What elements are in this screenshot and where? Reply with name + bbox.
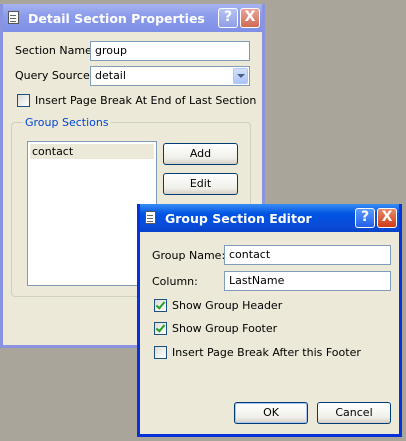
close-button[interactable]: X — [240, 8, 260, 28]
help-button[interactable]: ? — [218, 8, 238, 28]
page-break-last-section-checkbox[interactable] — [17, 94, 30, 107]
show-group-header-checkbox[interactable] — [154, 299, 167, 312]
show-group-footer-label: Show Group Footer — [172, 322, 278, 335]
group-editor-title-bar[interactable]: Group Section Editor ? X — [140, 204, 399, 232]
query-source-label: Query Source: — [15, 69, 94, 82]
chevron-down-icon[interactable] — [233, 68, 248, 84]
column-field[interactable]: LastName — [224, 271, 391, 291]
group-section-editor-window: Group Section Editor ? X Group Name: con… — [137, 204, 402, 437]
show-group-header-label: Show Group Header — [172, 299, 283, 312]
column-label: Column: — [152, 275, 198, 288]
group-editor-title: Group Section Editor — [165, 211, 312, 226]
query-source-select[interactable]: detail — [90, 66, 250, 86]
list-item[interactable]: contact — [30, 144, 154, 159]
group-sections-label: Group Sections — [23, 116, 111, 129]
help-button[interactable]: ? — [355, 208, 375, 228]
detail-window-title: Detail Section Properties — [28, 11, 205, 26]
edit-button[interactable]: Edit — [163, 173, 238, 195]
close-button[interactable]: X — [377, 208, 397, 228]
add-button[interactable]: Add — [163, 143, 238, 165]
section-name-field[interactable]: group — [90, 41, 250, 61]
page-break-after-footer-label: Insert Page Break After this Footer — [172, 346, 361, 359]
query-source-value: detail — [95, 69, 126, 82]
show-group-footer-checkbox[interactable] — [154, 322, 167, 335]
ok-button[interactable]: OK — [234, 402, 308, 424]
group-name-field[interactable]: contact — [224, 245, 391, 265]
group-name-label: Group Name: — [152, 249, 226, 262]
page-break-last-section-label: Insert Page Break At End of Last Section — [35, 94, 257, 107]
document-icon — [8, 11, 19, 24]
document-icon — [145, 211, 156, 224]
cancel-button[interactable]: Cancel — [317, 402, 391, 424]
detail-title-bar[interactable]: Detail Section Properties ? X — [3, 4, 262, 32]
section-name-label: Section Name: — [15, 44, 96, 57]
page-break-after-footer-checkbox[interactable] — [154, 346, 167, 359]
